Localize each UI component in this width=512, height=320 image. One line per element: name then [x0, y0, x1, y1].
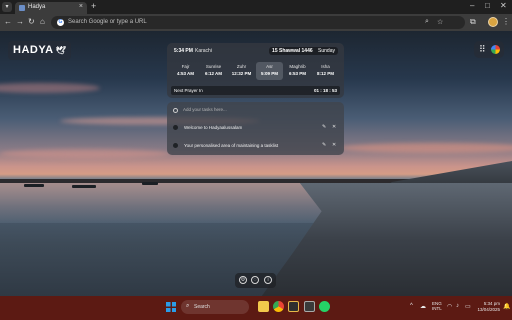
- pinned-app-icon[interactable]: [288, 301, 299, 312]
- current-time: 5:34 PM: [174, 48, 193, 54]
- tab-title: Hadya: [28, 4, 46, 10]
- tab-strip: ▾ Hadya × + – □ ✕: [0, 0, 512, 14]
- pinned-app-icon[interactable]: [304, 301, 315, 312]
- apps-grid-icon: ⠿: [479, 44, 486, 54]
- hijri-date: 15 Shawwal 1446: [272, 48, 313, 54]
- maximize-button[interactable]: □: [485, 1, 490, 10]
- bottom-dock: ⚙ ◌ i: [235, 273, 276, 288]
- tray-chevron-icon[interactable]: ^: [410, 303, 413, 309]
- file-explorer-icon[interactable]: [258, 301, 269, 312]
- browser-toolbar: ← → ↻ ⌂ G Search Google or type a URL ⌕ …: [0, 14, 512, 31]
- reload-icon[interactable]: ↻: [28, 18, 35, 26]
- chrome-icon[interactable]: [273, 301, 284, 312]
- next-prayer-countdown: 01 : 18 : 53: [313, 88, 337, 93]
- prayer-sunrise: Sunrise 6:12 AM: [200, 62, 227, 80]
- menu-kebab-icon[interactable]: ⋮: [502, 17, 510, 26]
- city-name: Karachi: [195, 48, 212, 54]
- prayer-time: 6:53 PM: [288, 71, 306, 76]
- home-icon[interactable]: ⌂: [40, 18, 45, 26]
- prayer-time: 5:09 PM: [260, 71, 278, 76]
- language-line2: INTL: [432, 306, 442, 311]
- todo-placeholder: Add your tasks here...: [183, 107, 227, 112]
- tab-hadya[interactable]: Hadya ×: [15, 2, 87, 14]
- task-checkbox[interactable]: [173, 143, 178, 148]
- prayer-name: Sunrise: [205, 64, 222, 69]
- address-bar[interactable]: G Search Google or type a URL ⌕ ☆: [51, 16, 465, 29]
- todo-input[interactable]: Add your tasks here...: [173, 106, 338, 115]
- next-prayer-bar: Next Prayer In 01 : 18 : 53: [171, 86, 340, 95]
- wifi-icon[interactable]: ◠: [447, 303, 452, 310]
- back-arrow-icon[interactable]: ←: [4, 18, 12, 26]
- whatsapp-icon[interactable]: [319, 301, 330, 312]
- tab-search-button[interactable]: ▾: [2, 2, 12, 12]
- address-placeholder: Search Google or type a URL: [68, 19, 147, 25]
- task-text: Welcome to Hadyaalussalam: [184, 125, 243, 130]
- prayer-times-card: 5:34 PM Karachi 15 Shawwal 1446 Sunday F…: [167, 43, 344, 98]
- prayer-name: Isha: [321, 64, 330, 69]
- todo-item: Your personalised area of maintaining a …: [172, 140, 339, 151]
- bird-icon: 🕊: [55, 46, 67, 55]
- prayer-name: Asr: [266, 64, 273, 69]
- info-icon[interactable]: i: [264, 276, 272, 284]
- zoom-icon[interactable]: ⌕: [425, 18, 429, 26]
- close-window-button[interactable]: ✕: [500, 1, 507, 10]
- hadya-logo[interactable]: HADYA 🕊: [8, 41, 72, 60]
- delete-x-icon[interactable]: ✕: [332, 124, 336, 130]
- task-text: Your personalised area of maintaining a …: [184, 143, 279, 148]
- chat-bubble-icon[interactable]: ◌: [251, 276, 259, 284]
- todo-item: Welcome to Hadyaalussalam ✎ ✕: [172, 122, 339, 133]
- search-icon: ⌕: [186, 303, 190, 309]
- prayer-maghrib: Maghrib 6:53 PM: [284, 62, 311, 80]
- google-g-icon: G: [57, 19, 64, 26]
- new-tab-button[interactable]: +: [91, 1, 96, 11]
- volume-icon[interactable]: ♪: [456, 303, 459, 309]
- windows-taskbar: ⌕ Search ^ ☁ ENG INTL ◠ ♪ ▭ 5:34 pm 13/0…: [0, 296, 512, 320]
- settings-gear-icon[interactable]: ⚙: [239, 276, 247, 284]
- windows-start-icon[interactable]: [166, 302, 176, 312]
- battery-icon[interactable]: ▭: [465, 303, 471, 310]
- edit-pencil-icon[interactable]: ✎: [322, 142, 326, 148]
- google-logo-icon: [491, 45, 500, 54]
- taskbar-search[interactable]: ⌕ Search: [181, 300, 249, 314]
- taskbar-clock[interactable]: 5:34 pm 13/04/2025: [474, 301, 500, 313]
- profile-avatar[interactable]: [488, 17, 498, 27]
- prayer-name: Zuhr: [236, 64, 247, 69]
- tab-close-icon[interactable]: ×: [79, 3, 83, 10]
- prayer-fajr: Fajr 4:53 AM: [172, 62, 199, 80]
- task-checkbox[interactable]: [173, 125, 178, 130]
- prayer-asr: Asr 5:09 PM: [256, 62, 283, 80]
- language-indicator[interactable]: ENG INTL: [432, 301, 442, 311]
- forward-arrow-icon[interactable]: →: [16, 18, 24, 26]
- taskbar-search-placeholder: Search: [194, 304, 210, 310]
- todo-card: Add your tasks here... Welcome to Hadyaa…: [167, 102, 344, 155]
- prayer-zuhr: Zuhr 12:32 PM: [228, 62, 255, 80]
- logo-text: HADYA: [13, 44, 54, 56]
- weekday: Sunday: [318, 48, 335, 54]
- prayer-name: Fajr: [181, 64, 190, 69]
- cloud-icon[interactable]: ☁: [420, 303, 426, 310]
- date-badge: 15 Shawwal 1446 Sunday: [269, 47, 338, 55]
- next-prayer-label: Next Prayer In: [174, 88, 203, 93]
- prayer-row: Fajr 4:53 AM Sunrise 6:12 AM Zuhr 12:32 …: [170, 62, 341, 80]
- notification-bell-icon[interactable]: 🔔: [503, 303, 510, 310]
- tab-favicon-icon: [19, 5, 25, 11]
- prayer-isha: Isha 8:12 PM: [312, 62, 339, 80]
- prayer-time: 8:12 PM: [316, 71, 334, 76]
- delete-x-icon[interactable]: ✕: [332, 142, 336, 148]
- minimize-button[interactable]: –: [470, 1, 474, 10]
- prayer-time: 12:32 PM: [231, 71, 252, 76]
- edit-pencil-icon[interactable]: ✎: [322, 124, 326, 130]
- clock-date: 13/04/2025: [477, 307, 500, 312]
- prayer-name: Maghrib: [289, 64, 306, 69]
- add-task-circle-icon: [173, 108, 178, 113]
- google-apps-button[interactable]: ⠿: [474, 41, 504, 58]
- prayer-time: 4:53 AM: [176, 71, 195, 76]
- bookmark-star-icon[interactable]: ☆: [437, 18, 443, 26]
- prayer-time: 6:12 AM: [204, 71, 223, 76]
- extensions-icon[interactable]: ⧉: [470, 18, 476, 26]
